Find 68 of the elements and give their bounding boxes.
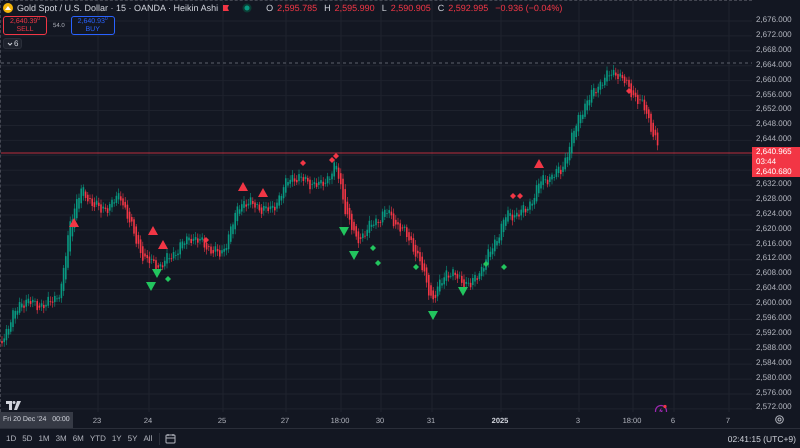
ohlc-value: 2,590.905	[390, 3, 431, 13]
diamond-icon	[300, 160, 306, 166]
range-button[interactable]: 3M	[54, 434, 69, 443]
price-label: 2,616.000	[755, 238, 793, 250]
ohlc-value: 2,592.995	[448, 3, 488, 13]
indicators-toggle[interactable]: 6	[3, 38, 22, 49]
ohlc-key: H	[324, 3, 331, 13]
triangle-up-icon	[534, 159, 544, 168]
price-label: 2,652.000	[755, 103, 793, 116]
price-label: 2,612.000	[755, 252, 793, 264]
price-label: 2,644.000	[755, 133, 793, 146]
price-label: 2,600.000	[755, 297, 793, 310]
price-label: 2,604.000	[755, 282, 793, 294]
price-label: 2,628.000	[755, 192, 793, 205]
price-label: 2,632.000	[755, 178, 793, 190]
ohlc-value: 2,595.785	[277, 3, 318, 13]
range-button[interactable]: 1Y	[110, 434, 124, 443]
diamond-icon	[413, 264, 419, 270]
ohlc-key: O	[266, 3, 274, 13]
price-tag: 2,640.965 03:44 2,640.680	[752, 147, 800, 177]
price-label: 2,656.000	[755, 88, 793, 101]
logo-icon	[6, 401, 22, 410]
change-value: −0.936 (−0.04%)	[495, 3, 562, 13]
range-button[interactable]: 5D	[20, 434, 34, 443]
price-label: 2,660.000	[755, 74, 793, 86]
price-label: 2,624.000	[755, 208, 793, 220]
calendar-icon[interactable]	[165, 433, 176, 444]
range-button[interactable]: 1M	[36, 434, 52, 443]
price-label: 2,648.000	[755, 118, 793, 130]
settings-icon[interactable]	[775, 415, 784, 424]
triangle-down-icon	[458, 287, 468, 296]
price-label: 2,620.000	[755, 222, 793, 235]
price-label: 2,596.000	[755, 312, 793, 324]
price-label: 2,676.000	[755, 14, 793, 26]
ohlc-key: L	[382, 3, 387, 13]
diamond-icon	[626, 88, 632, 94]
diamond-icon	[375, 260, 381, 266]
price-label: 2,588.000	[755, 342, 793, 354]
coin-logo-icon	[3, 3, 13, 13]
diamond-icon	[501, 264, 507, 270]
price-label: 2,584.000	[755, 356, 793, 369]
flag-icon	[222, 4, 230, 12]
ohlc-key: C	[438, 3, 444, 13]
triangle-up-icon	[69, 218, 79, 227]
triangle-down-icon	[349, 251, 359, 260]
diamond-icon	[165, 276, 171, 282]
price-label: 2,576.000	[755, 386, 793, 399]
price-label: 2,580.000	[755, 372, 793, 384]
range-button[interactable]: 5Y	[126, 434, 140, 443]
range-button[interactable]: 6M	[70, 434, 86, 443]
range-button[interactable]: All	[141, 434, 154, 443]
clock-time: 02:41:15 (UTC+9)	[728, 434, 796, 444]
price-label: 2,592.000	[755, 326, 793, 339]
diamond-icon	[370, 245, 376, 251]
triangle-down-icon	[428, 311, 438, 320]
chevron-down-icon	[7, 40, 13, 46]
range-button[interactable]: YTD	[88, 434, 108, 443]
price-label: 2,672.000	[755, 28, 793, 41]
price-label: 2,608.000	[755, 267, 793, 280]
symbol-title: Gold Spot / U.S. Dollar · 15 · OANDA · Heikin Ashi	[17, 3, 218, 13]
diamond-icon	[483, 261, 489, 267]
price-label: 2,572.000	[755, 401, 793, 414]
triangle-down-icon	[339, 227, 349, 236]
range-button[interactable]: 1D	[4, 434, 18, 443]
ohlc-value: 2,595.990	[334, 3, 375, 13]
price-label: 2,664.000	[755, 58, 793, 71]
diamond-icon	[203, 237, 209, 243]
price-label: 2,668.000	[755, 44, 793, 56]
